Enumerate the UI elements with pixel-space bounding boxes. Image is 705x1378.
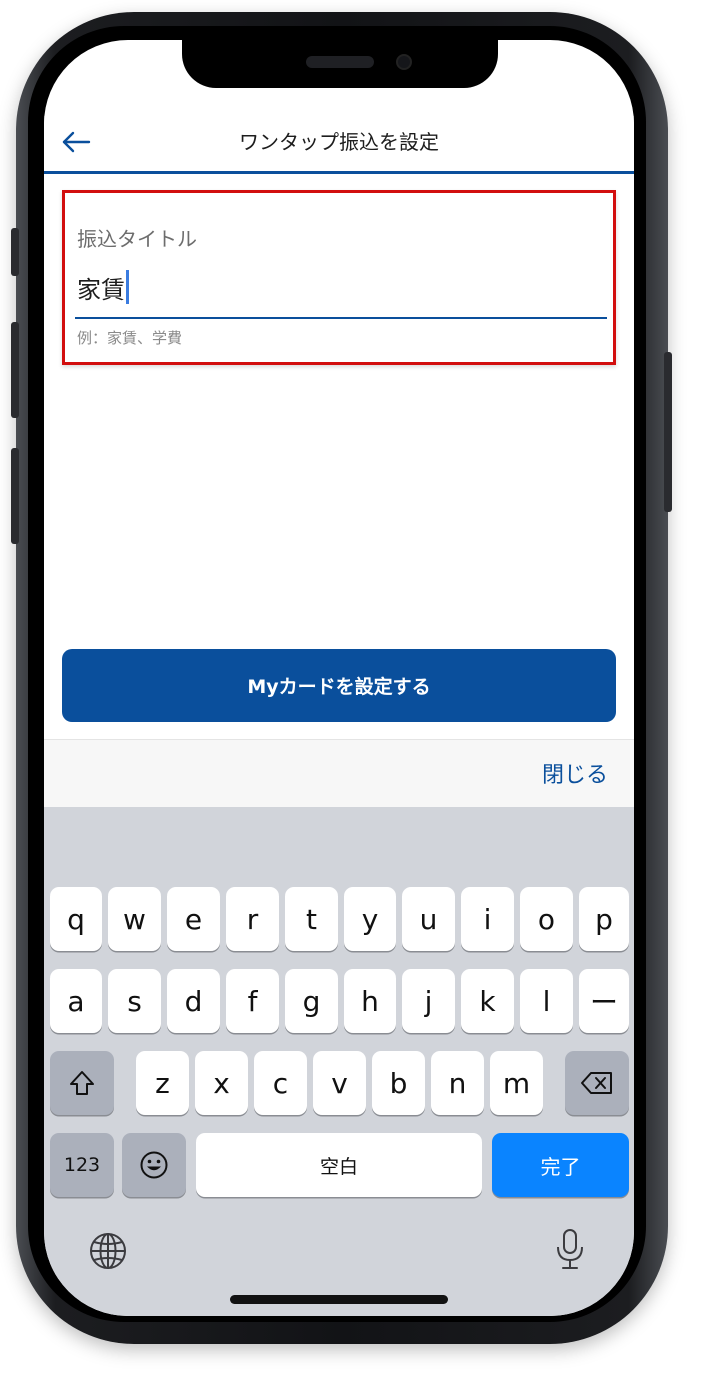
app-header: ワンタップ振込を設定 — [44, 116, 634, 174]
key-q[interactable]: q — [50, 887, 102, 951]
key-s[interactable]: s — [108, 969, 161, 1033]
key-p[interactable]: p — [579, 887, 629, 951]
key-i[interactable]: i — [461, 887, 514, 951]
key-t[interactable]: t — [285, 887, 338, 951]
key-h[interactable]: h — [344, 969, 396, 1033]
key-y[interactable]: y — [344, 887, 396, 951]
space-key[interactable]: 空白 — [196, 1133, 482, 1197]
shift-key[interactable] — [50, 1051, 114, 1115]
home-indicator[interactable] — [230, 1295, 448, 1304]
key-d[interactable]: d — [167, 969, 220, 1033]
key-r[interactable]: r — [226, 887, 279, 951]
transfer-title-input[interactable]: 家賃 — [77, 267, 129, 307]
key-n[interactable]: n — [431, 1051, 484, 1115]
key-u[interactable]: u — [402, 887, 455, 951]
key-x[interactable]: x — [195, 1051, 248, 1115]
input-value: 家賃 — [77, 275, 125, 304]
delete-key[interactable] — [565, 1051, 629, 1115]
keyboard: q w e r t y u i o p a s d f g h j k l ー … — [44, 807, 634, 1316]
microphone-button[interactable] — [548, 1227, 592, 1271]
done-key[interactable]: 完了 — [492, 1133, 629, 1197]
power-button — [664, 352, 672, 512]
key-g[interactable]: g — [285, 969, 338, 1033]
emoji-key[interactable] — [122, 1133, 186, 1197]
arrow-left-icon — [62, 131, 91, 153]
field-label: 振込タイトル — [77, 227, 197, 251]
key-j[interactable]: j — [402, 969, 455, 1033]
back-button[interactable] — [56, 122, 96, 162]
front-camera-icon — [396, 54, 412, 70]
key-v[interactable]: v — [313, 1051, 366, 1115]
key-o[interactable]: o — [520, 887, 573, 951]
microphone-icon — [557, 1229, 583, 1269]
page-title: ワンタップ振込を設定 — [239, 130, 439, 154]
key-a[interactable]: a — [50, 969, 102, 1033]
field-hint: 例：家賃、学費 — [77, 329, 183, 347]
phone-screen: ワンタップ振込を設定 振込タイトル 家賃 例：家賃、学費 Myカードを設定する … — [44, 40, 634, 1316]
key-k[interactable]: k — [461, 969, 514, 1033]
key-w[interactable]: w — [108, 887, 161, 951]
key-c[interactable]: c — [254, 1051, 307, 1115]
text-caret — [126, 270, 129, 304]
set-my-card-button[interactable]: Myカードを設定する — [62, 649, 616, 722]
key-m[interactable]: m — [490, 1051, 543, 1115]
field-underline — [75, 317, 607, 319]
numbers-key[interactable]: 123 — [50, 1133, 114, 1197]
volume-down-button — [11, 448, 19, 544]
keyboard-accessory-bar: 閉じる — [44, 740, 634, 807]
transfer-title-field: 振込タイトル 家賃 例：家賃、学費 — [62, 190, 616, 365]
delete-icon — [581, 1072, 612, 1094]
key-l[interactable]: l — [520, 969, 573, 1033]
globe-icon — [90, 1233, 126, 1269]
mute-switch — [11, 228, 19, 276]
key-z[interactable]: z — [136, 1051, 189, 1115]
volume-up-button — [11, 322, 19, 418]
key-long-vowel[interactable]: ー — [579, 969, 629, 1033]
shift-icon — [70, 1071, 94, 1095]
emoji-icon — [140, 1151, 168, 1179]
close-button[interactable]: 閉じる — [542, 757, 608, 789]
globe-button[interactable] — [86, 1229, 130, 1273]
notch — [182, 40, 498, 88]
key-f[interactable]: f — [226, 969, 279, 1033]
speaker-grille — [306, 56, 374, 68]
action-area: Myカードを設定する — [44, 632, 634, 740]
key-b[interactable]: b — [372, 1051, 425, 1115]
key-e[interactable]: e — [167, 887, 220, 951]
